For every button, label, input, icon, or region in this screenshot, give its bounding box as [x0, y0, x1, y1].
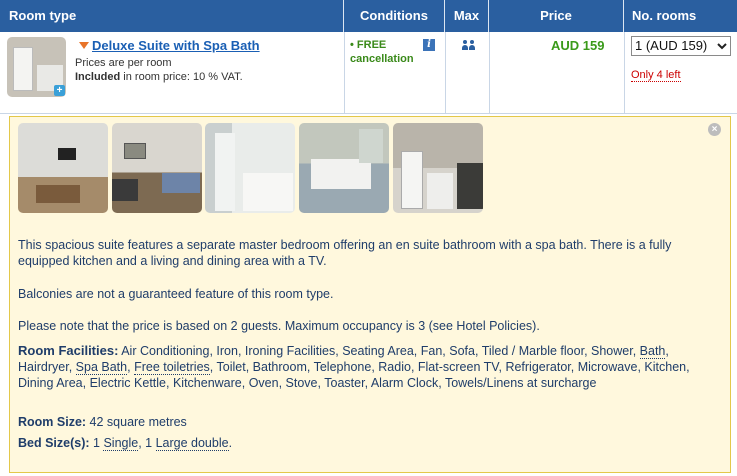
facilities-label: Room Facilities: [18, 343, 119, 358]
facility-item: Iron [216, 344, 238, 358]
description-balcony: Balconies are not a guaranteed feature o… [18, 287, 334, 301]
facility-item: Toilet [216, 360, 246, 374]
divider [489, 32, 490, 114]
bed-end: . [228, 436, 233, 450]
room-facilities: Room Facilities: Air Conditioning, Iron,… [18, 343, 718, 391]
facility-item: Refrigerator [505, 360, 571, 374]
room-name-link[interactable]: Deluxe Suite with Spa Bath [92, 38, 260, 53]
facility-item: Sofa [449, 344, 475, 358]
room-photo-2[interactable] [112, 123, 202, 213]
room-photo-4[interactable] [299, 123, 389, 213]
col-conditions: Conditions [344, 0, 445, 32]
bed-1-count: 1 [89, 436, 104, 450]
facility-item[interactable]: Bath [639, 344, 666, 359]
facility-item: Oven [248, 376, 279, 390]
room-size-value: 42 square metres [86, 415, 187, 429]
room-price: AUD 159 [551, 38, 605, 53]
room-thumbnail[interactable]: + [7, 37, 66, 97]
col-price: Price [489, 0, 624, 32]
facility-item: Air Conditioning [121, 344, 210, 358]
facility-item: Seating Area [342, 344, 414, 358]
prices-note: Prices are per room [75, 57, 172, 69]
facility-item: Flat-screen TV [417, 360, 499, 374]
facility-item: Tiled / Marble floor [481, 344, 585, 358]
rooms-select[interactable]: 1 (AUD 159) [631, 36, 731, 56]
bed-sizes: Bed Size(s): 1 Single, 1 Large double. [18, 435, 718, 451]
facility-item: Microwave [577, 360, 638, 374]
close-icon[interactable]: × [708, 123, 721, 136]
facility-item: Kitchenware [172, 376, 242, 390]
facility-item: Shower [591, 344, 633, 358]
room-photo-3[interactable] [205, 123, 295, 213]
col-room-type: Room type [0, 0, 344, 32]
divider [344, 32, 345, 114]
bed-large-double[interactable]: Large double [155, 436, 229, 451]
facility-item: Radio [378, 360, 411, 374]
facility-item: Kitchen [644, 360, 687, 374]
zoom-plus-icon[interactable]: + [54, 85, 65, 96]
facility-item: Ironing Facilities [244, 344, 336, 358]
facility-item[interactable]: Free toiletries [134, 360, 210, 375]
guests-icon [462, 40, 476, 50]
facility-item: Toaster [324, 376, 365, 390]
bed-single[interactable]: Single [103, 436, 139, 451]
vat-note: Included in room price: 10 % VAT. [75, 71, 243, 83]
facility-item: Electric Kettle [89, 376, 166, 390]
facility-item[interactable]: Spa Bath [75, 360, 128, 375]
facility-item: Fan [420, 344, 443, 358]
description-occupancy: Please note that the price is based on 2… [18, 319, 540, 333]
description-main: This spacious suite features a separate … [18, 238, 672, 268]
room-photo-1[interactable] [18, 123, 108, 213]
info-icon[interactable]: i [423, 39, 435, 51]
col-no-rooms: No. rooms [632, 8, 697, 23]
facilities-list: Air Conditioning, Iron, Ironing Faciliti… [18, 344, 690, 390]
col-max: Max [445, 0, 489, 32]
thumbnail-fridge [13, 47, 33, 91]
room-size: Room Size: 42 square metres [18, 414, 718, 430]
rooms-select-value: 1 (AUD 159) [635, 38, 708, 53]
room-size-label: Room Size: [18, 415, 87, 429]
included-label: Included [75, 71, 121, 83]
facility-item: Telephone [313, 360, 372, 374]
table-header: Room type Conditions Max Price No. rooms [0, 0, 737, 32]
divider [624, 32, 625, 114]
facility-item: Dining Area [18, 376, 83, 390]
vat-text: in room price: 10 % VAT. [120, 71, 243, 83]
facility-item: Alarm Clock [370, 376, 439, 390]
divider [445, 32, 446, 114]
bed-size-label: Bed Size(s): [18, 436, 90, 450]
room-photo-5[interactable] [393, 123, 483, 213]
availability-warning: Only 4 left [631, 69, 681, 82]
facility-item: Hairdryer [18, 360, 69, 374]
facility-item: Bathroom [252, 360, 307, 374]
free-cancellation: • FREE cancellation [350, 39, 414, 65]
facility-item: Stove [285, 376, 318, 390]
expand-arrow-icon[interactable] [79, 42, 89, 49]
bed-separator: , 1 [138, 436, 156, 450]
facility-item: Towels/Linens at surcharge [444, 376, 597, 390]
select-chevron-icon [717, 43, 727, 50]
